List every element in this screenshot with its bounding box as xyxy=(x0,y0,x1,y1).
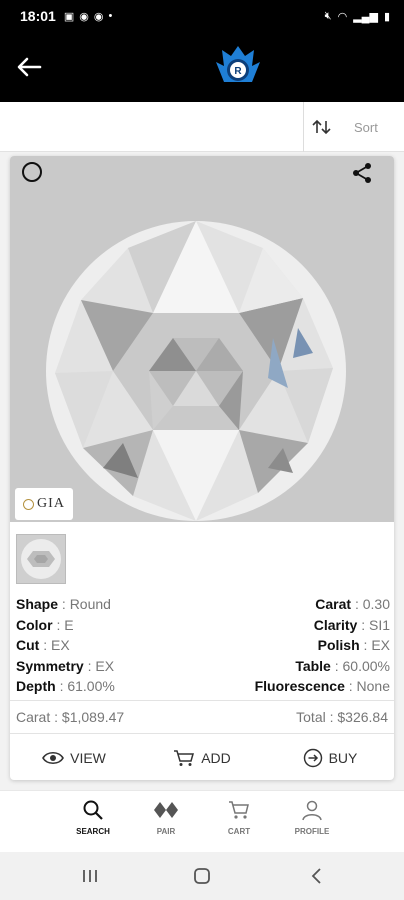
recent-apps-icon[interactable] xyxy=(78,864,102,888)
home-icon[interactable] xyxy=(190,864,214,888)
search-icon xyxy=(83,800,103,820)
nav-pair[interactable]: PAIR xyxy=(131,799,201,845)
view-label: VIEW xyxy=(70,750,106,766)
spec-depth: Depth : 61.00% xyxy=(16,678,115,694)
spec-row: Color : E Clarity : SI1 xyxy=(16,615,390,636)
thumbnail-diamond-icon xyxy=(21,539,61,579)
gia-label: GIA xyxy=(37,496,65,511)
profile-icon xyxy=(302,800,322,821)
nav-pair-label: PAIR xyxy=(156,827,176,836)
diamond-image xyxy=(46,221,346,521)
card-actions: VIEW ADD BUY xyxy=(10,736,394,780)
price-row: Carat : $1,089.47 Total : $326.84 xyxy=(10,700,394,734)
image-icon: ▣ xyxy=(63,10,75,23)
spec-carat: Carat : 0.30 xyxy=(315,596,390,612)
share-icon[interactable] xyxy=(350,161,374,185)
diamond-thumbnail[interactable] xyxy=(16,534,66,584)
status-bar: 18:01 ▣ ◉ ◉ • 🔇︎ ◠ ▂▄▆ ▮ xyxy=(0,0,404,32)
buy-label: BUY xyxy=(328,750,358,766)
sort-icon xyxy=(312,119,331,135)
sort-button[interactable]: Sort xyxy=(304,102,404,152)
spec-table: Table : 60.00% xyxy=(295,657,390,674)
nav-profile-label: PROFILE xyxy=(294,827,330,836)
arrow-circle-icon xyxy=(303,748,322,768)
nav-profile[interactable]: PROFILE xyxy=(277,799,347,845)
eye-icon xyxy=(42,751,65,765)
whatsapp-icon: ◉ xyxy=(79,10,89,23)
mute-icon: 🔇︎ xyxy=(324,9,332,22)
cart-icon xyxy=(174,750,195,766)
spec-cut: Cut : EX xyxy=(16,637,70,653)
spec-row: Shape : Round Carat : 0.30 xyxy=(16,594,390,615)
nav-search-label: SEARCH xyxy=(76,827,110,836)
select-checkbox[interactable] xyxy=(22,162,42,182)
add-label: ADD xyxy=(201,750,231,766)
spec-color: Color : E xyxy=(16,616,74,633)
spec-fluorescence: Fluorescence : None xyxy=(254,678,390,694)
price-per-carat: Carat : $1,089.47 xyxy=(16,709,125,725)
brand-logo: R xyxy=(216,46,260,82)
sort-label: Sort xyxy=(354,119,378,135)
wifi-icon: ◠ xyxy=(337,10,348,23)
back-icon[interactable] xyxy=(305,864,329,888)
app-bar: R xyxy=(0,32,404,102)
whatsapp-icon: ◉ xyxy=(93,10,104,23)
status-time: 18:01 xyxy=(20,8,56,24)
spec-symmetry: Symmetry : EX xyxy=(16,657,115,674)
spec-row: Symmetry : EX Table : 60.00% xyxy=(16,656,390,677)
notification-icons: ▣ ◉ ◉ • xyxy=(64,10,112,23)
dot-icon: • xyxy=(108,9,113,22)
pair-diamonds-icon xyxy=(154,802,178,818)
signal-icon: ▂▄▆ xyxy=(353,10,378,23)
system-icons: 🔇︎ ◠ ▂▄▆ ▮ xyxy=(325,10,390,23)
nav-search[interactable]: SEARCH xyxy=(58,799,128,845)
buy-button[interactable]: BUY xyxy=(266,748,394,768)
filter-sort-bar: Sort xyxy=(0,102,404,152)
add-to-cart-button[interactable]: ADD xyxy=(138,749,266,767)
spec-clarity: Clarity : SI1 xyxy=(313,616,390,633)
gia-certificate-badge: GIA xyxy=(15,488,73,520)
spec-row: Depth : 61.00% Fluorescence : None xyxy=(16,676,390,697)
diamond-image-area[interactable]: GIA xyxy=(10,156,394,522)
battery-icon: ▮ xyxy=(383,10,390,23)
logo-letter: R xyxy=(234,66,242,77)
total-price: Total : $326.84 xyxy=(296,709,388,725)
spec-list: Shape : Round Carat : 0.30 Color : E Cla… xyxy=(16,594,390,697)
view-button[interactable]: VIEW xyxy=(10,750,138,766)
spec-polish: Polish : EX xyxy=(317,637,390,653)
gia-logo-icon xyxy=(23,498,35,510)
diamond-card[interactable]: GIA Shape : Round Carat : 0.30 Color : E… xyxy=(10,156,394,780)
nav-cart-label: CART xyxy=(227,827,251,836)
back-arrow-icon[interactable] xyxy=(14,54,44,80)
spec-row: Cut : EX Polish : EX xyxy=(16,635,390,656)
system-navigation-bar xyxy=(0,852,404,900)
cart-icon xyxy=(229,801,249,819)
nav-cart[interactable]: CART xyxy=(204,799,274,845)
bottom-navigation: SEARCH PAIR CART PROFILE xyxy=(0,790,404,852)
spec-shape: Shape : Round xyxy=(16,596,111,612)
